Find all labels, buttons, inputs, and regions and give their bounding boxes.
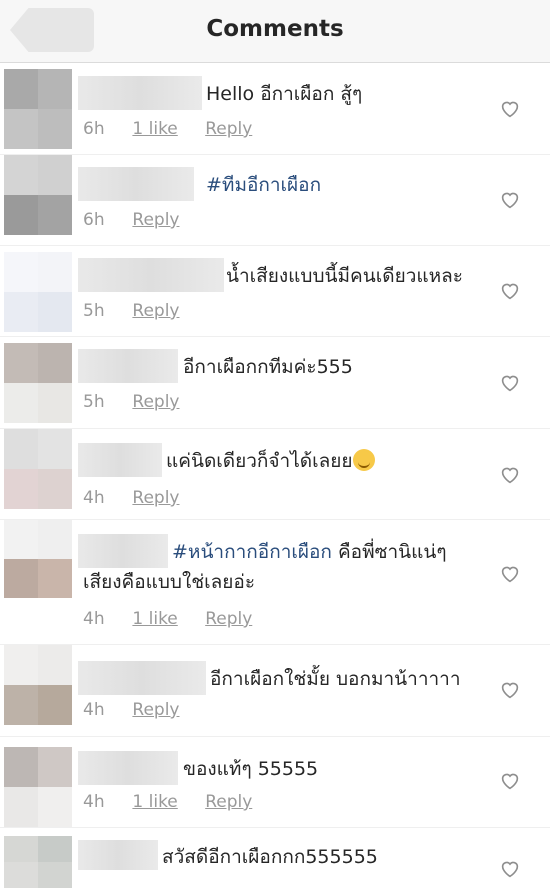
heart-icon[interactable] <box>500 466 520 484</box>
top-bar: Comments <box>0 0 550 63</box>
avatar[interactable] <box>4 69 72 149</box>
comment-row: สวัสดีอีกาเผือกกก555555 <box>0 828 550 888</box>
comments-list: Hello อีกาเผือก สู้ๆ 6h 1 like Reply #ที… <box>0 63 550 888</box>
comment-meta: 4h Reply <box>83 700 202 720</box>
likes-link[interactable]: 1 like <box>132 792 177 812</box>
timestamp: 4h <box>83 792 105 812</box>
timestamp: 6h <box>83 119 105 139</box>
comment-text: Hello อีกาเผือก สู้ๆ <box>206 83 363 105</box>
timestamp: 4h <box>83 700 105 720</box>
timestamp: 4h <box>83 609 105 629</box>
username[interactable] <box>78 167 194 201</box>
comment-meta: 4h 1 like Reply <box>83 609 274 629</box>
comment-row: #หน้ากากอีกาเผือก คือพี่ซานิแน่ๆ เสียงคื… <box>0 520 550 645</box>
username[interactable] <box>78 840 158 870</box>
comment-body: แค่นิดเดียวก็จำได้เลยย <box>166 450 353 472</box>
comment-text: #หน้ากากอีกาเผือก คือพี่ซานิแน่ๆ <box>172 538 447 566</box>
timestamp: 5h <box>83 301 105 321</box>
comment-meta: 6h Reply <box>83 210 202 230</box>
hashtag-link[interactable]: #ทีมอีกาเผือก <box>206 171 321 199</box>
likes-link[interactable]: 1 like <box>132 119 177 139</box>
comment-row: แค่นิดเดียวก็จำได้เลยย 4h Reply <box>0 429 550 520</box>
likes-link[interactable]: 1 like <box>132 609 177 629</box>
avatar[interactable] <box>4 155 72 235</box>
heart-icon[interactable] <box>500 860 520 878</box>
reply-button[interactable]: Reply <box>205 119 252 139</box>
page-title: Comments <box>206 16 344 42</box>
comment-text: สวัสดีอีกาเผือกกก555555 <box>162 846 378 868</box>
comment-row: น้ำเสียงแบบนี้มีคนเดียวแหละ 5h Reply <box>0 246 550 337</box>
username[interactable] <box>78 349 178 383</box>
timestamp: 5h <box>83 392 105 412</box>
heart-icon[interactable] <box>500 282 520 300</box>
reply-button[interactable]: Reply <box>132 210 179 230</box>
reply-button[interactable]: Reply <box>205 609 252 629</box>
comment-row: #ทีมอีกาเผือก 6h Reply <box>0 155 550 246</box>
comment-meta: 5h Reply <box>83 392 202 412</box>
comment-row: อีกาเผือกใช่มั้ย บอกมาน้าาาาา 4h Reply <box>0 645 550 737</box>
heart-icon[interactable] <box>500 772 520 790</box>
comment-meta: 4h Reply <box>83 488 202 508</box>
comment-meta: 5h Reply <box>83 301 202 321</box>
avatar[interactable] <box>4 252 72 332</box>
timestamp: 4h <box>83 488 105 508</box>
smiling-face-emoji <box>352 449 375 471</box>
reply-button[interactable]: Reply <box>132 301 179 321</box>
username[interactable] <box>78 751 178 785</box>
heart-icon[interactable] <box>500 100 520 118</box>
heart-icon[interactable] <box>500 191 520 209</box>
reply-button[interactable]: Reply <box>132 488 179 508</box>
timestamp: 6h <box>83 210 105 230</box>
comment-text-line-2: เสียงคือแบบใช่เลยอ่ะ <box>83 571 256 593</box>
reply-button[interactable]: Reply <box>205 792 252 812</box>
comment-row: ของแท้ๆ 55555 4h 1 like Reply <box>0 737 550 828</box>
comment-text: น้ำเสียงแบบนี้มีคนเดียวแหละ <box>226 265 463 287</box>
comment-text: อีกาเผือกใช่มั้ย บอกมาน้าาาาา <box>210 668 461 690</box>
username[interactable] <box>78 76 202 110</box>
comment-text: แค่นิดเดียวก็จำได้เลยย <box>166 447 375 475</box>
avatar[interactable] <box>4 747 72 827</box>
avatar[interactable] <box>4 836 72 888</box>
comment-meta: 6h 1 like Reply <box>83 119 274 139</box>
username[interactable] <box>78 534 168 568</box>
heart-icon[interactable] <box>500 374 520 392</box>
username[interactable] <box>78 661 206 695</box>
avatar[interactable] <box>4 520 72 598</box>
comment-text: อีกาเผือกกทีมค่ะ555 <box>183 356 353 378</box>
comment-text: ของแท้ๆ 55555 <box>183 758 319 780</box>
username[interactable] <box>78 443 162 477</box>
reply-button[interactable]: Reply <box>132 700 179 720</box>
username[interactable] <box>78 258 224 292</box>
comment-row: อีกาเผือกกทีมค่ะ555 5h Reply <box>0 337 550 429</box>
comment-meta: 4h 1 like Reply <box>83 792 274 812</box>
heart-icon[interactable] <box>500 565 520 583</box>
comment-row: Hello อีกาเผือก สู้ๆ 6h 1 like Reply <box>0 63 550 155</box>
avatar[interactable] <box>4 343 72 423</box>
avatar[interactable] <box>4 645 72 725</box>
comment-body: คือพี่ซานิแน่ๆ <box>331 541 447 563</box>
reply-button[interactable]: Reply <box>132 392 179 412</box>
avatar[interactable] <box>4 429 72 509</box>
hashtag-link[interactable]: #หน้ากากอีกาเผือก <box>172 541 332 563</box>
heart-icon[interactable] <box>500 681 520 699</box>
